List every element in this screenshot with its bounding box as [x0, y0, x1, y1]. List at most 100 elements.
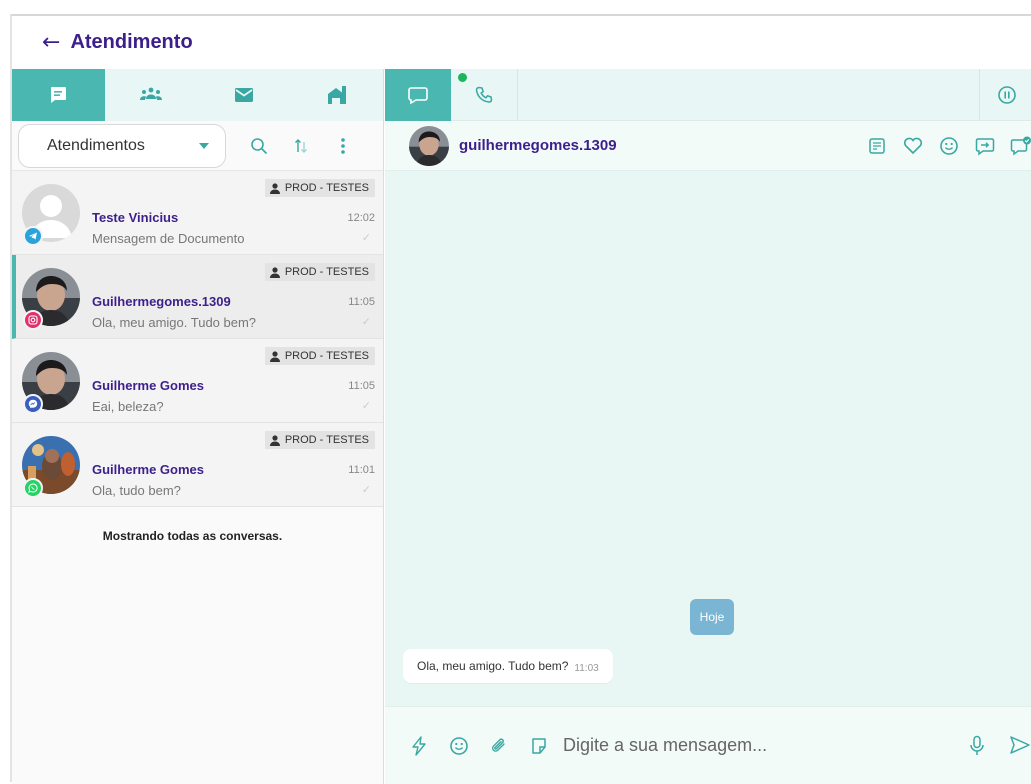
last-message-preview: Eai, beleza?: [92, 399, 164, 414]
filter-select[interactable]: Atendimentos: [18, 123, 226, 168]
heart-icon: [903, 137, 923, 155]
queue-label: PROD - TESTES: [284, 434, 369, 446]
pause-button[interactable]: [979, 69, 1031, 121]
filter-select-label: Atendimentos: [47, 136, 145, 154]
chat-panel: guilhermegomes.1309 Hoje Ola, meu amigo.…: [385, 69, 1031, 784]
search-button[interactable]: [238, 124, 280, 168]
last-message-preview: Mensagem de Documento: [92, 231, 245, 246]
date-separator: Hoje: [690, 599, 734, 635]
chat-bubble-icon: [408, 87, 428, 105]
microphone-icon: [970, 735, 984, 755]
lightning-icon: [412, 735, 426, 756]
chat-actions: [859, 121, 1031, 171]
last-message-time: 12:02: [347, 212, 375, 224]
contact-avatar[interactable]: [409, 125, 449, 166]
user-icon: [269, 182, 280, 194]
user-icon: [269, 350, 280, 362]
tab-sectors[interactable]: [290, 69, 383, 121]
conversation-list-status: Mostrando todas as conversas.: [102, 529, 283, 543]
conversation-toolbar: Atendimentos: [12, 121, 383, 171]
more-options-button[interactable]: [322, 124, 364, 168]
pause-icon: [997, 86, 1016, 104]
last-message-time: 11:05: [348, 380, 375, 392]
instagram-icon: [23, 310, 43, 330]
message-bubble[interactable]: Ola, meu amigo. Tudo bem? 11:03: [403, 649, 613, 683]
tab-chat[interactable]: [385, 69, 451, 121]
queue-badge: PROD - TESTES: [264, 263, 375, 281]
chat-tab-bar: [385, 69, 1031, 121]
notes-button[interactable]: [859, 137, 895, 155]
check-icon: ✓: [361, 315, 371, 328]
online-indicator: [458, 73, 467, 82]
last-message-preview: Ola, meu amigo. Tudo bem?: [92, 315, 257, 330]
smile-icon: [450, 736, 468, 755]
emoji-button[interactable]: [439, 736, 479, 756]
note-button[interactable]: [519, 737, 559, 755]
conversation-item[interactable]: PROD - TESTES Guilhermegomes.1309 11:05 …: [12, 255, 383, 339]
tab-messages[interactable]: [198, 69, 291, 121]
app-frame: ← Atendimento Atendimentos PROD - TESTES…: [10, 14, 1031, 784]
conversation-item[interactable]: PROD - TESTES Guilherme Gomes 11:05 Eai,…: [12, 339, 383, 423]
divider: [517, 69, 518, 121]
chat-check-icon: [1010, 136, 1031, 156]
tab-teams[interactable]: [105, 69, 198, 121]
contact-name[interactable]: guilhermegomes.1309: [459, 137, 617, 154]
check-icon: ✓: [361, 231, 371, 244]
sort-icon: [295, 138, 307, 153]
message-text: Ola, meu amigo. Tudo bem?: [417, 659, 569, 673]
contact-name: Teste Vinicius: [92, 210, 179, 225]
check-icon: ✓: [361, 483, 371, 496]
queue-badge: PROD - TESTES: [264, 431, 375, 449]
message-list: Hoje Ola, meu amigo. Tudo bem? 11:03: [385, 171, 1031, 706]
sort-button[interactable]: [280, 124, 322, 168]
send-icon: [1010, 736, 1030, 754]
contact-name: Guilherme Gomes: [92, 378, 204, 393]
contact-name: Guilhermegomes.1309: [92, 294, 231, 309]
send-button[interactable]: [1009, 735, 1031, 760]
last-message-preview: Ola, tudo bem?: [92, 483, 181, 498]
smile-icon: [940, 137, 958, 155]
transfer-button[interactable]: [967, 136, 1003, 156]
emoji-reaction-button[interactable]: [931, 136, 967, 156]
left-tab-bar: [12, 69, 383, 121]
more-vertical-icon: [341, 137, 345, 154]
queue-badge: PROD - TESTES: [264, 179, 375, 197]
message-composer: [385, 706, 1031, 784]
contact-name: Guilherme Gomes: [92, 462, 204, 477]
arrow-left-icon[interactable]: ←: [42, 30, 60, 55]
attach-button[interactable]: [479, 736, 519, 756]
whatsapp-icon: [23, 478, 43, 498]
search-icon: [251, 137, 268, 154]
last-message-time: 11:05: [348, 296, 375, 308]
mail-icon: [234, 88, 253, 102]
phone-icon: [475, 86, 493, 103]
record-audio-button[interactable]: [969, 735, 985, 762]
tab-chats[interactable]: [12, 69, 105, 121]
sticky-note-icon: [532, 737, 546, 754]
paperclip-icon: [492, 738, 505, 752]
queue-badge: PROD - TESTES: [264, 347, 375, 365]
team-icon: [140, 87, 163, 100]
check-icon: ✓: [361, 399, 371, 412]
chat-header: guilhermegomes.1309: [385, 121, 1031, 171]
conversation-panel: Atendimentos PROD - TESTES Teste Viniciu…: [12, 69, 384, 784]
chevron-down-icon: [199, 142, 209, 149]
user-icon: [269, 266, 280, 278]
favorite-button[interactable]: [895, 137, 931, 155]
transfer-chat-icon: [975, 138, 995, 156]
conversation-item[interactable]: PROD - TESTES Guilherme Gomes 11:01 Ola,…: [12, 423, 383, 507]
title-bar: ← Atendimento: [12, 16, 1031, 69]
telegram-icon: [23, 226, 43, 246]
queue-label: PROD - TESTES: [284, 350, 369, 362]
last-message-time: 11:01: [348, 464, 375, 476]
building-icon: [327, 86, 346, 104]
message-input[interactable]: [563, 735, 953, 756]
tab-call[interactable]: [451, 69, 517, 121]
quick-replies-button[interactable]: [399, 735, 439, 756]
notes-icon: [869, 138, 885, 154]
conversation-item[interactable]: PROD - TESTES Teste Vinicius 12:02 Mensa…: [12, 171, 383, 255]
queue-label: PROD - TESTES: [284, 182, 369, 194]
message-time: 11:03: [574, 662, 599, 674]
chat-icon: [51, 87, 67, 103]
finish-chat-button[interactable]: [1003, 136, 1031, 156]
